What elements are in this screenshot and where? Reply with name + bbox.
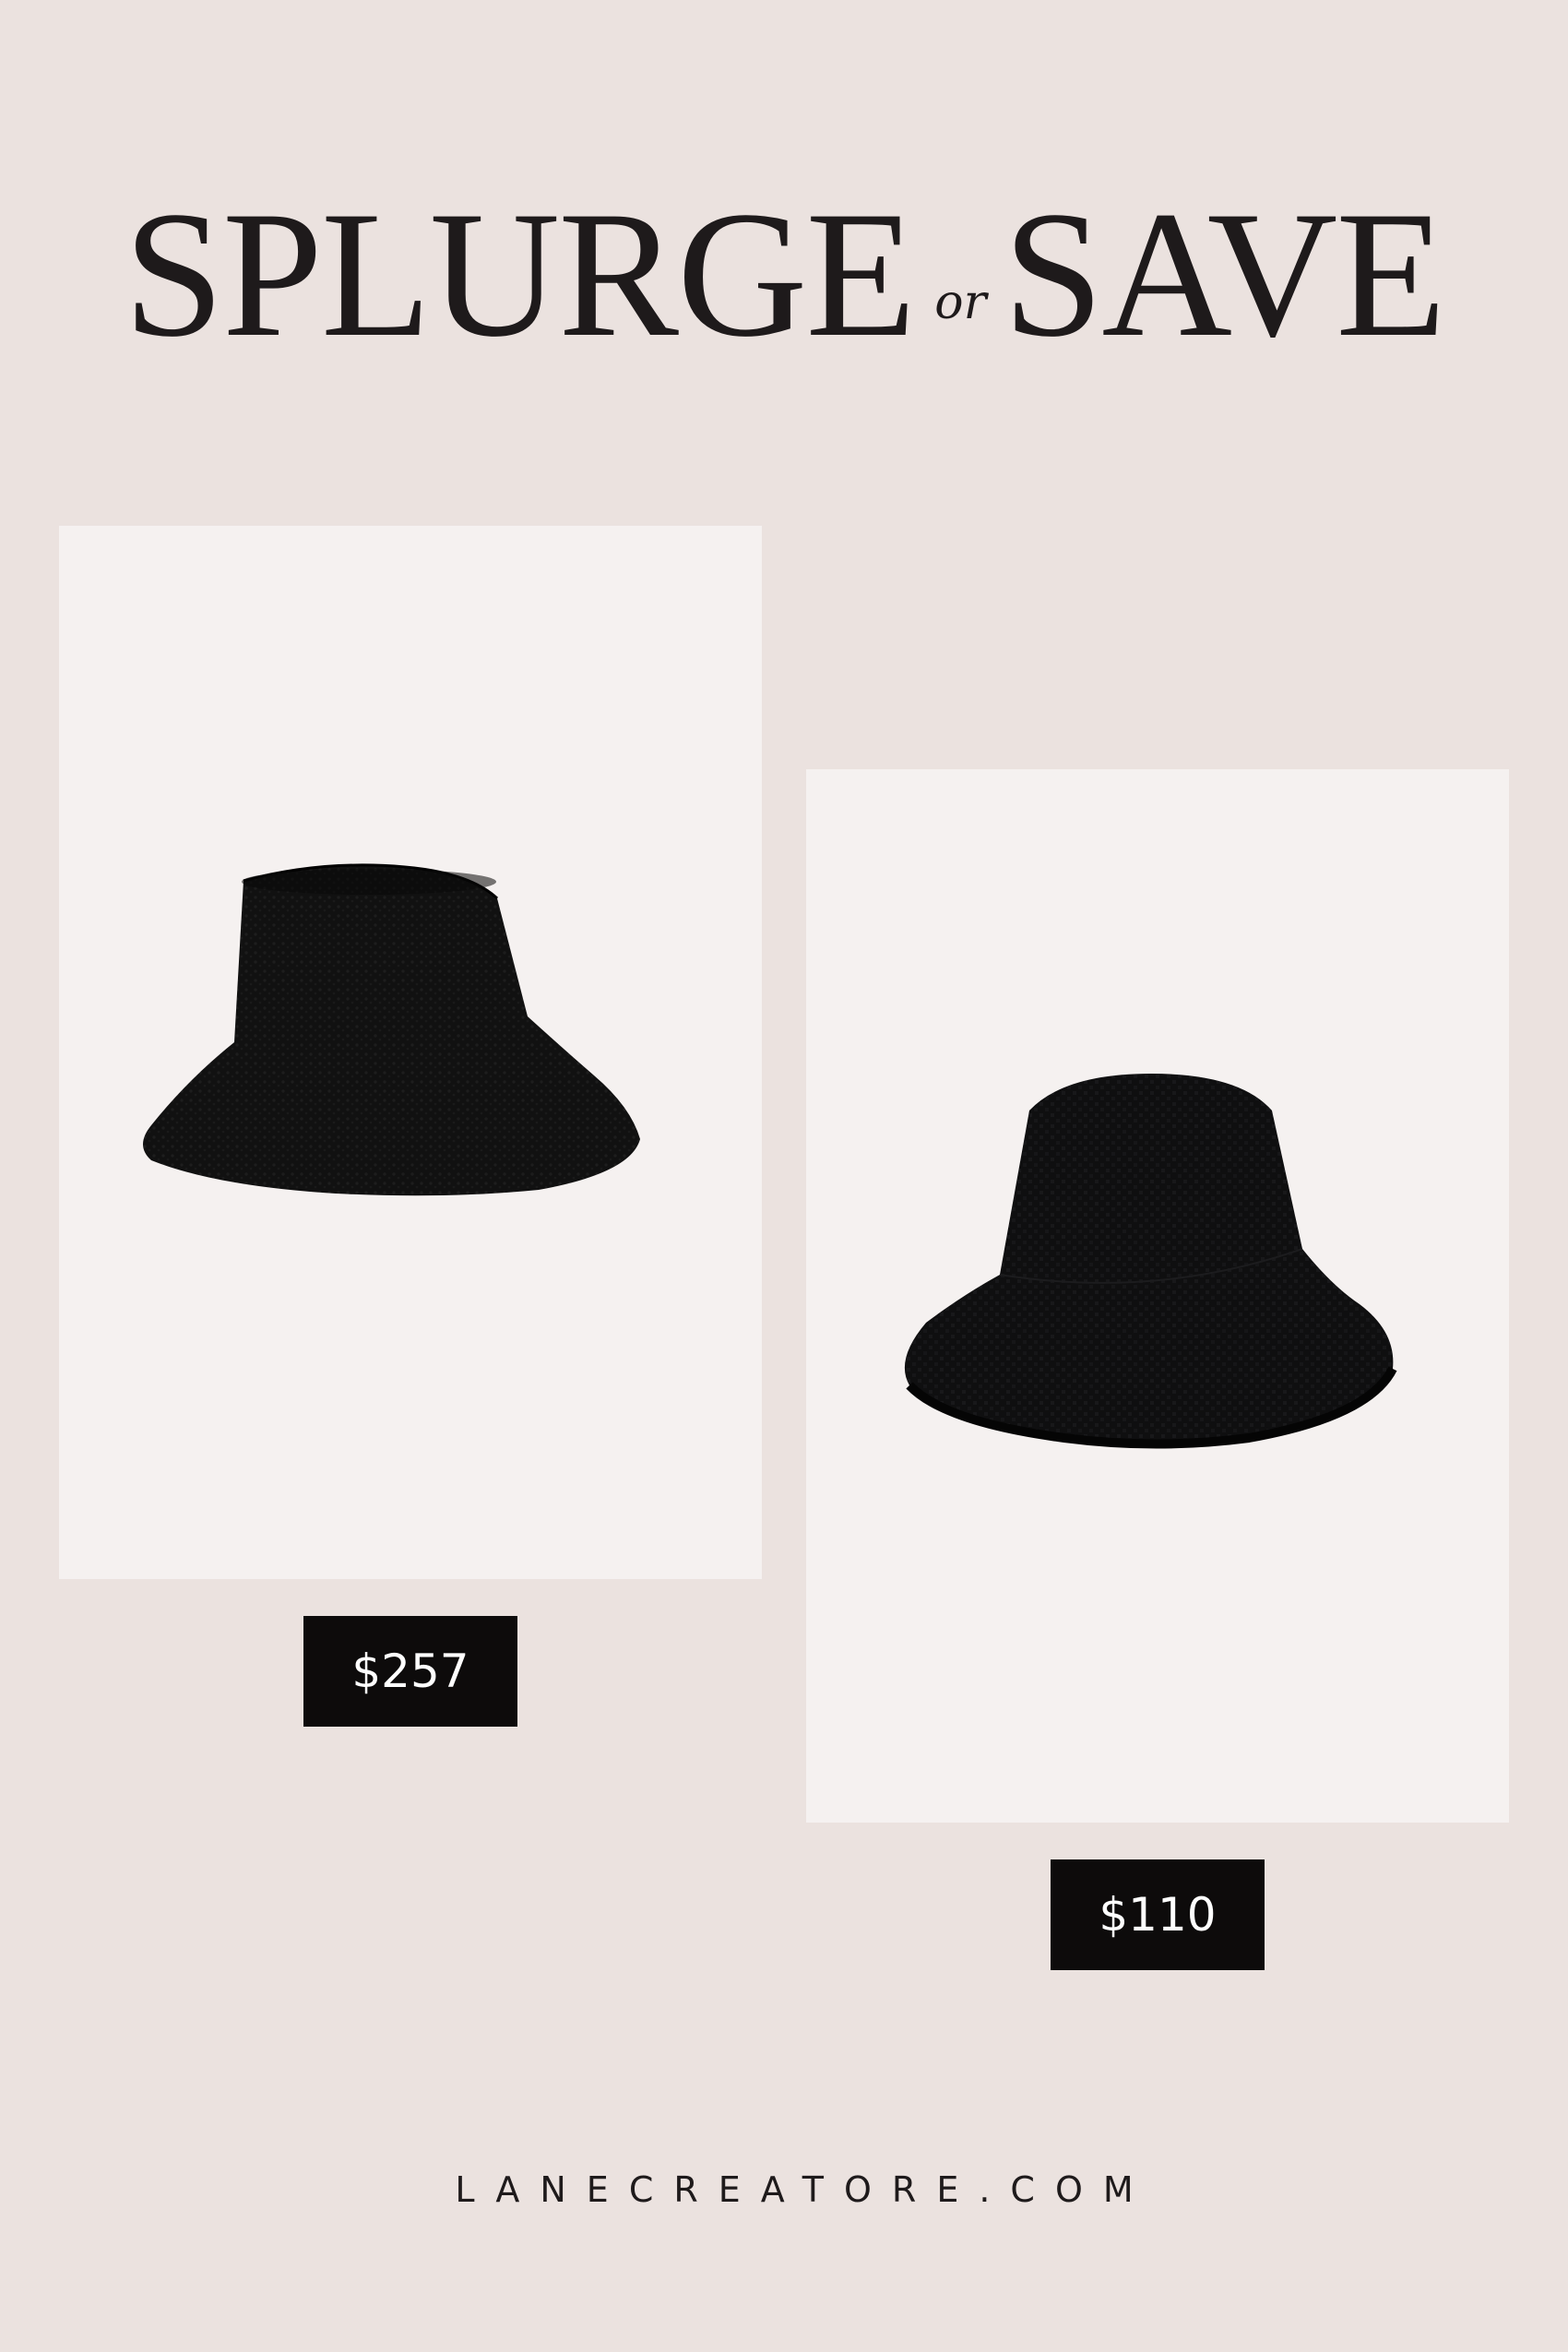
footer-site-link[interactable]: LANECREATORE.COM <box>0 2169 1568 2210</box>
page-title: SPLURGE orSAVE <box>0 184 1568 365</box>
title-save: SAVE <box>1003 174 1446 374</box>
splurge-bucket-hat-image <box>143 863 640 1196</box>
save-product-card[interactable] <box>806 769 1509 1823</box>
title-or: or <box>934 275 987 330</box>
save-price-tag: $110 <box>1051 1859 1265 1970</box>
splurge-product-card[interactable] <box>59 526 762 1579</box>
splurge-price-tag: $257 <box>303 1616 517 1727</box>
save-bucket-hat-image <box>904 1074 1397 1449</box>
title-splurge: SPLURGE <box>123 174 916 374</box>
